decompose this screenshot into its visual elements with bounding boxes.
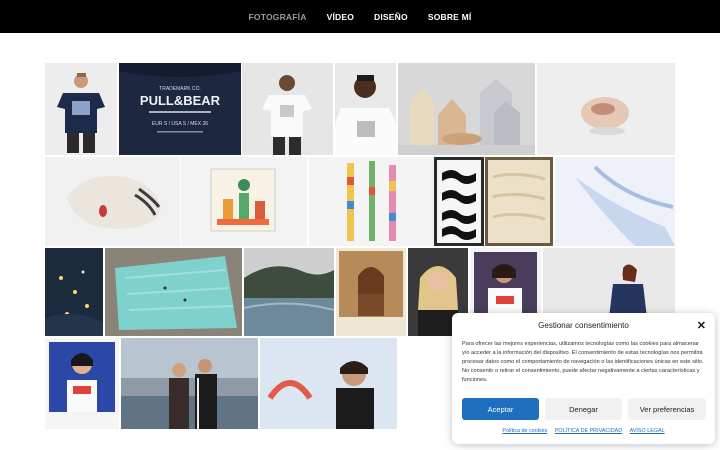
photo-icon (485, 157, 553, 246)
close-icon[interactable]: ✕ (697, 319, 706, 332)
photo-icon (45, 248, 103, 336)
cookie-body-text: Para ofrecer las mejores experiencias, u… (462, 341, 704, 383)
photo-icon (434, 157, 484, 246)
privacy-policy-link[interactable]: POLÍTICA DE PRIVACIDAD (555, 428, 622, 434)
woman-portrait-photo[interactable] (336, 248, 406, 336)
photo-icon (537, 63, 675, 155)
photo-icon (45, 157, 180, 246)
cookie-consent-dialog: Gestionar consentimiento ✕ Para ofrecer … (452, 313, 715, 444)
photo-icon (335, 63, 396, 155)
plant-illustration-frame-photo[interactable] (181, 157, 307, 246)
photo-icon (309, 157, 434, 246)
accept-button[interactable]: Aceptar (462, 398, 539, 420)
blue-abstract-photo[interactable] (555, 157, 675, 246)
lake-landscape-photo[interactable] (244, 248, 334, 336)
photo-icon (45, 63, 117, 155)
night-lights-photo[interactable] (45, 248, 103, 336)
photo-icon (121, 338, 258, 429)
legal-notice-link[interactable]: AVISO LEGAL (630, 428, 665, 434)
cookie-policy-link[interactable]: Política de cookies (502, 428, 547, 434)
pool-aerial-photo[interactable] (105, 248, 242, 336)
black-waves-print-photo[interactable] (434, 157, 484, 246)
ceramic-sculpture-photo[interactable] (537, 63, 675, 155)
photo-icon (398, 63, 535, 155)
couple-harbour-photo[interactable] (121, 338, 258, 429)
young-man-tshirt-photo[interactable] (335, 63, 396, 155)
tshirt-model-photo[interactable] (45, 63, 117, 155)
girl-blue-background-photo[interactable] (45, 338, 119, 429)
photo-icon: TRADEMARK CO. PULL&BEAR EUR S / USA S / … (119, 63, 241, 155)
label-trademark-text: TRADEMARK CO. (159, 86, 201, 92)
photo-icon (181, 157, 307, 246)
photo-icon (555, 157, 675, 246)
preferences-button[interactable]: Ver preferencias (628, 398, 706, 420)
label-size-text: EUR S / USA S / MEX 36 (152, 121, 208, 127)
man-poster-portrait-photo[interactable] (260, 338, 397, 429)
white-ceramic-head-photo[interactable] (45, 157, 180, 246)
wooden-houses-sculpture-photo[interactable] (398, 63, 535, 155)
photo-icon (260, 338, 397, 429)
photo-icon (105, 248, 242, 336)
label-brand-text: PULL&BEAR (140, 93, 221, 108)
photo-icon (45, 338, 119, 429)
photo-icon (244, 248, 334, 336)
deny-button[interactable]: Denegar (545, 398, 622, 420)
sand-texture-print-photo[interactable] (485, 157, 553, 246)
pull-and-bear-label-photo[interactable]: TRADEMARK CO. PULL&BEAR EUR S / USA S / … (119, 63, 241, 155)
white-tshirt-photo[interactable] (242, 63, 333, 155)
totem-figures-photo[interactable] (309, 157, 434, 246)
cookie-links: Política de cookies POLÍTICA DE PRIVACID… (452, 428, 715, 434)
photo-icon (336, 248, 406, 336)
photo-icon (242, 63, 333, 155)
cookie-title: Gestionar consentimiento (538, 321, 629, 330)
